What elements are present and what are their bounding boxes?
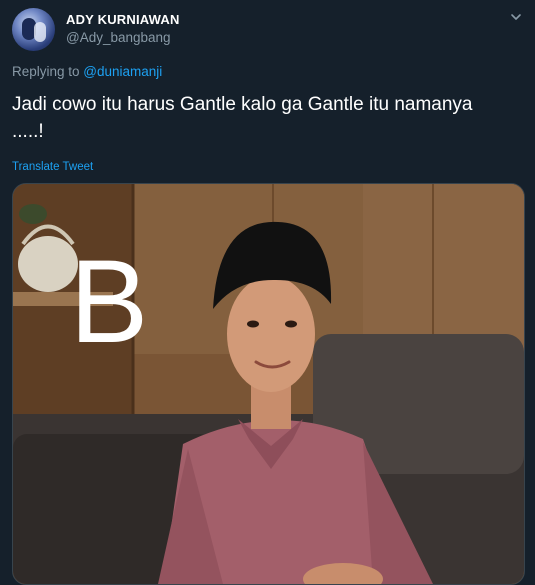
tweet-photo: B: [13, 184, 524, 584]
image-overlay-letter: B: [70, 236, 149, 368]
author-handle[interactable]: @Ady_bangbang: [66, 30, 171, 45]
author-name[interactable]: ADY KURNIAWAN: [66, 12, 180, 27]
replying-to: Replying to @duniamanji: [12, 64, 162, 79]
tweet-text-line: .....!: [12, 121, 44, 142]
chevron-down-icon[interactable]: [509, 10, 523, 24]
avatar-figure: [34, 22, 46, 42]
tweet-text-line: Jadi cowo itu harus Gantle kalo ga Gantl…: [12, 94, 473, 115]
replying-to-mention[interactable]: @duniamanji: [83, 64, 162, 79]
tweet-image[interactable]: B: [12, 183, 525, 585]
translate-tweet-link[interactable]: Translate Tweet: [12, 161, 93, 173]
avatar[interactable]: [12, 8, 55, 51]
tweet-text: Jadi cowo itu harus Gantle kalo ga Gantl…: [12, 91, 522, 145]
tweet-card: ADY KURNIAWAN @Ady_bangbang Replying to …: [0, 0, 535, 585]
replying-to-label: Replying to: [12, 64, 84, 79]
